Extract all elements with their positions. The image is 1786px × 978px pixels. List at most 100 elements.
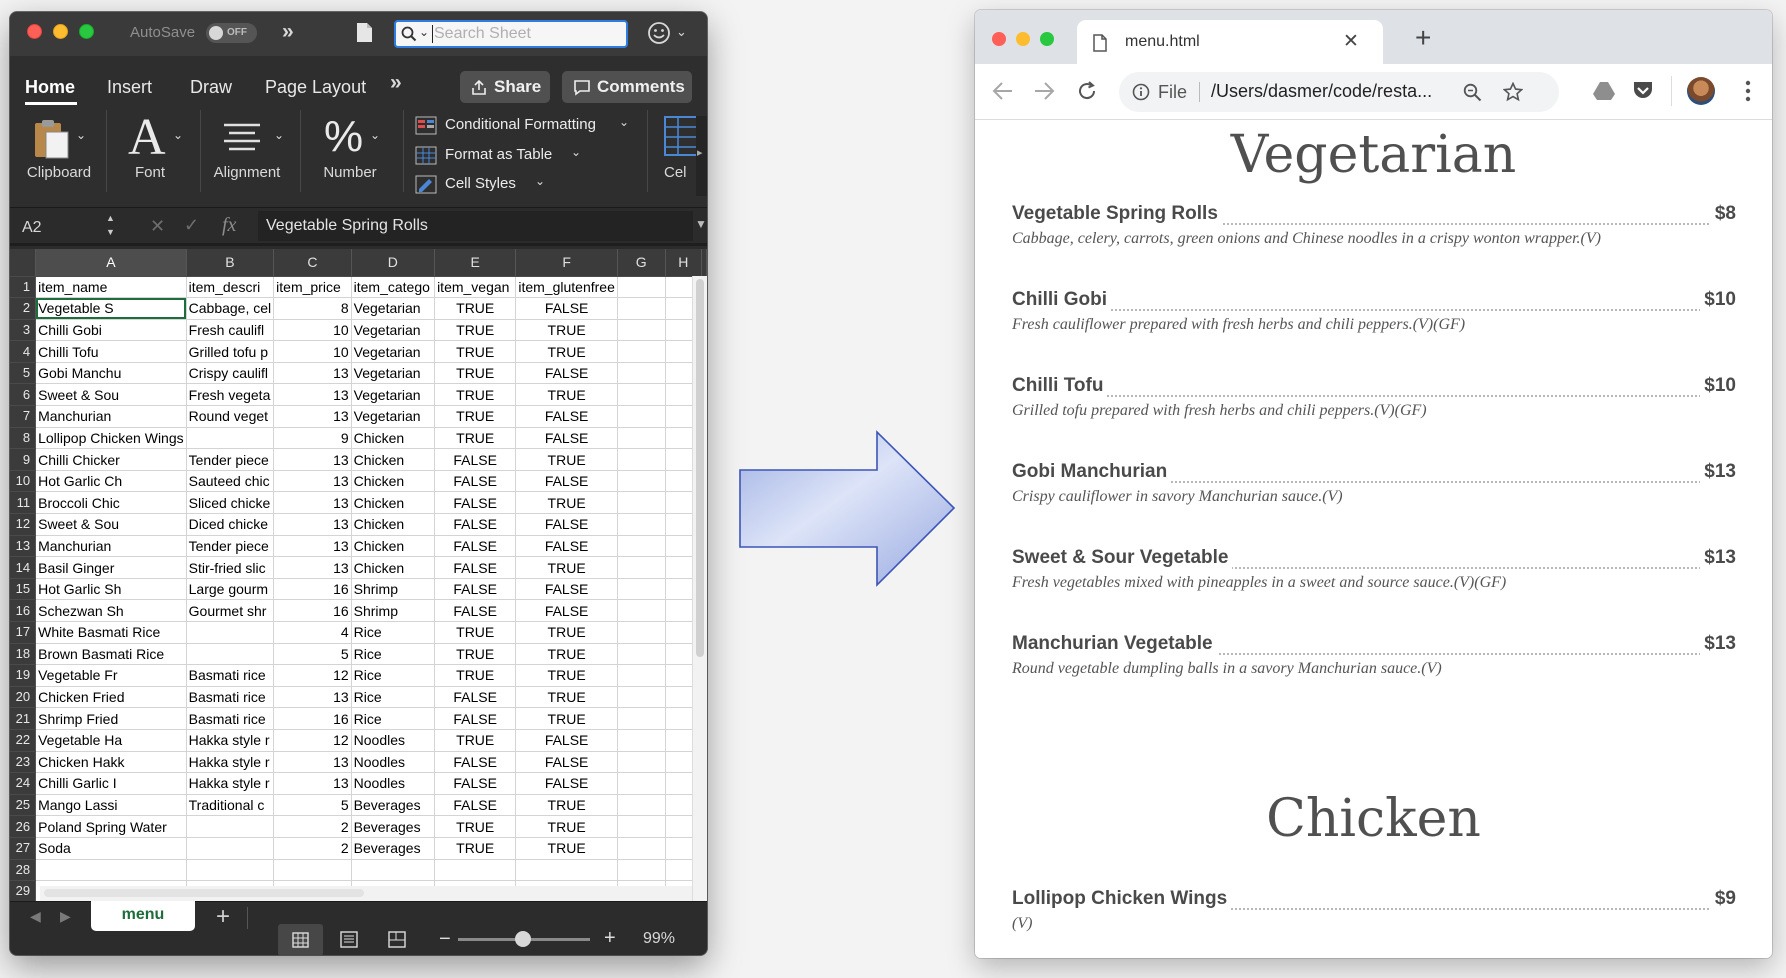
cell[interactable]: Sweet & Sou — [35, 383, 187, 407]
cell[interactable]: Basmati rice — [186, 707, 275, 730]
row-header[interactable]: 21 — [10, 707, 37, 730]
row-header[interactable]: 26 — [10, 815, 37, 838]
cell[interactable] — [617, 621, 666, 644]
name-box-up-icon[interactable]: ▲ — [106, 213, 115, 223]
cell[interactable]: FALSE — [434, 599, 517, 622]
cell[interactable]: White Basmati Rice — [35, 621, 187, 644]
cell[interactable]: Diced chicke — [186, 513, 275, 536]
cell[interactable]: TRUE — [434, 297, 517, 320]
cell[interactable]: 13 — [273, 556, 352, 579]
cell[interactable]: Sliced chicke — [186, 491, 275, 515]
cell[interactable]: TRUE — [515, 491, 618, 515]
cell[interactable]: Vegetarian — [351, 362, 436, 385]
comments-button[interactable]: Comments — [562, 71, 692, 103]
cell[interactable]: Stir-fried slic — [186, 556, 275, 579]
info-icon[interactable] — [1132, 83, 1150, 101]
row-header[interactable]: 19 — [10, 664, 37, 687]
cell[interactable]: Manchurian — [35, 535, 187, 558]
cell[interactable]: TRUE — [515, 686, 618, 709]
row-header[interactable]: 5 — [10, 362, 37, 385]
page-layout-view-icon[interactable] — [340, 931, 358, 948]
cell[interactable] — [617, 448, 666, 471]
cell[interactable]: item_vegan — [434, 276, 517, 299]
cell[interactable]: 10 — [273, 340, 352, 363]
cell[interactable]: Chilli Gobi — [35, 319, 187, 342]
cell[interactable] — [186, 427, 275, 450]
cell[interactable]: 9 — [273, 427, 352, 450]
cell[interactable] — [617, 794, 666, 817]
cell[interactable]: Noodles — [351, 729, 436, 752]
cell[interactable] — [617, 707, 666, 730]
search-dropdown-icon[interactable]: ⌄ — [419, 25, 429, 39]
cell[interactable]: 2 — [273, 815, 352, 838]
cell[interactable]: 16 — [273, 707, 352, 730]
cell[interactable]: Gobi Manchu — [35, 362, 187, 385]
share-button[interactable]: Share — [460, 71, 550, 103]
cell[interactable] — [617, 815, 666, 838]
cell[interactable]: FALSE — [434, 535, 517, 558]
cell[interactable]: 13 — [273, 751, 352, 774]
row-header[interactable]: 9 — [10, 448, 37, 471]
zoom-window-button[interactable] — [79, 24, 94, 39]
cell[interactable] — [617, 470, 666, 493]
cell[interactable]: Beverages — [351, 794, 436, 817]
cell[interactable] — [617, 362, 666, 385]
cell[interactable]: 13 — [273, 383, 352, 407]
cell[interactable]: Soda — [35, 837, 187, 860]
cell[interactable]: Hot Garlic Sh — [35, 578, 187, 601]
cell[interactable]: TRUE — [434, 405, 517, 428]
cell[interactable] — [186, 643, 275, 666]
cell[interactable]: Basil Ginger — [35, 556, 187, 579]
cell[interactable]: Gourmet shr — [186, 599, 275, 622]
cell[interactable] — [617, 599, 666, 622]
cell[interactable]: Basmati rice — [186, 664, 275, 687]
cell[interactable]: TRUE — [434, 815, 517, 838]
row-header[interactable]: 25 — [10, 794, 37, 817]
cell[interactable]: FALSE — [515, 599, 618, 622]
confirm-edit-icon[interactable]: ✓ — [184, 215, 199, 236]
tab-draw[interactable]: Draw — [190, 77, 232, 98]
cell[interactable]: TRUE — [434, 621, 517, 644]
tab-home[interactable]: Home — [25, 77, 75, 98]
next-sheet-icon[interactable]: ▶ — [60, 908, 71, 925]
cell[interactable]: Tender piece — [186, 448, 275, 471]
row-header[interactable]: 2 — [10, 297, 37, 320]
conditional-formatting-button[interactable]: Conditional Formatting ⌄ — [415, 115, 635, 137]
cell[interactable]: Sweet & Sou — [35, 513, 187, 536]
row-header[interactable]: 8 — [10, 427, 37, 450]
drive-extension-icon[interactable] — [1593, 81, 1615, 101]
cell[interactable] — [617, 664, 666, 687]
formula-input[interactable]: Vegetable Spring Rolls ▼ — [258, 211, 707, 241]
cell[interactable]: FALSE — [434, 772, 517, 795]
minimize-window-button[interactable] — [53, 24, 68, 39]
cell[interactable]: Round veget — [186, 405, 275, 428]
row-header[interactable]: 13 — [10, 535, 37, 558]
cell[interactable]: Fresh vegeta — [186, 383, 275, 407]
bookmark-star-icon[interactable] — [1503, 82, 1523, 102]
cell[interactable]: FALSE — [434, 491, 517, 515]
close-window-button[interactable] — [27, 24, 42, 39]
cell[interactable] — [273, 859, 352, 882]
cell[interactable]: 13 — [273, 362, 352, 385]
forward-arrow-icon[interactable] — [1033, 81, 1055, 101]
cell[interactable]: Vegetarian — [351, 383, 436, 407]
new-tab-icon[interactable]: + — [1415, 22, 1431, 54]
zoom-lens-icon[interactable] — [1463, 83, 1482, 102]
pocket-extension-icon[interactable] — [1632, 79, 1654, 101]
cell[interactable]: FALSE — [434, 556, 517, 579]
cell[interactable] — [617, 859, 666, 882]
cell[interactable]: Rice — [351, 686, 436, 709]
row-header[interactable]: 23 — [10, 751, 37, 774]
vertical-scrollbar[interactable] — [692, 276, 707, 901]
cell[interactable]: Chilli Chicker — [35, 448, 187, 471]
cell[interactable]: Manchurian — [35, 405, 187, 428]
zoom-slider-knob[interactable] — [515, 931, 531, 947]
cell[interactable] — [617, 513, 666, 536]
cell[interactable]: FALSE — [434, 751, 517, 774]
cell[interactable]: item_glutenfree — [515, 276, 618, 299]
sheet-tab-menu[interactable]: menu — [91, 901, 195, 931]
cell[interactable]: TRUE — [515, 448, 618, 471]
smiley-feedback-icon[interactable] — [647, 21, 671, 45]
page-break-view-icon[interactable] — [388, 931, 406, 948]
profile-avatar[interactable] — [1687, 77, 1715, 105]
